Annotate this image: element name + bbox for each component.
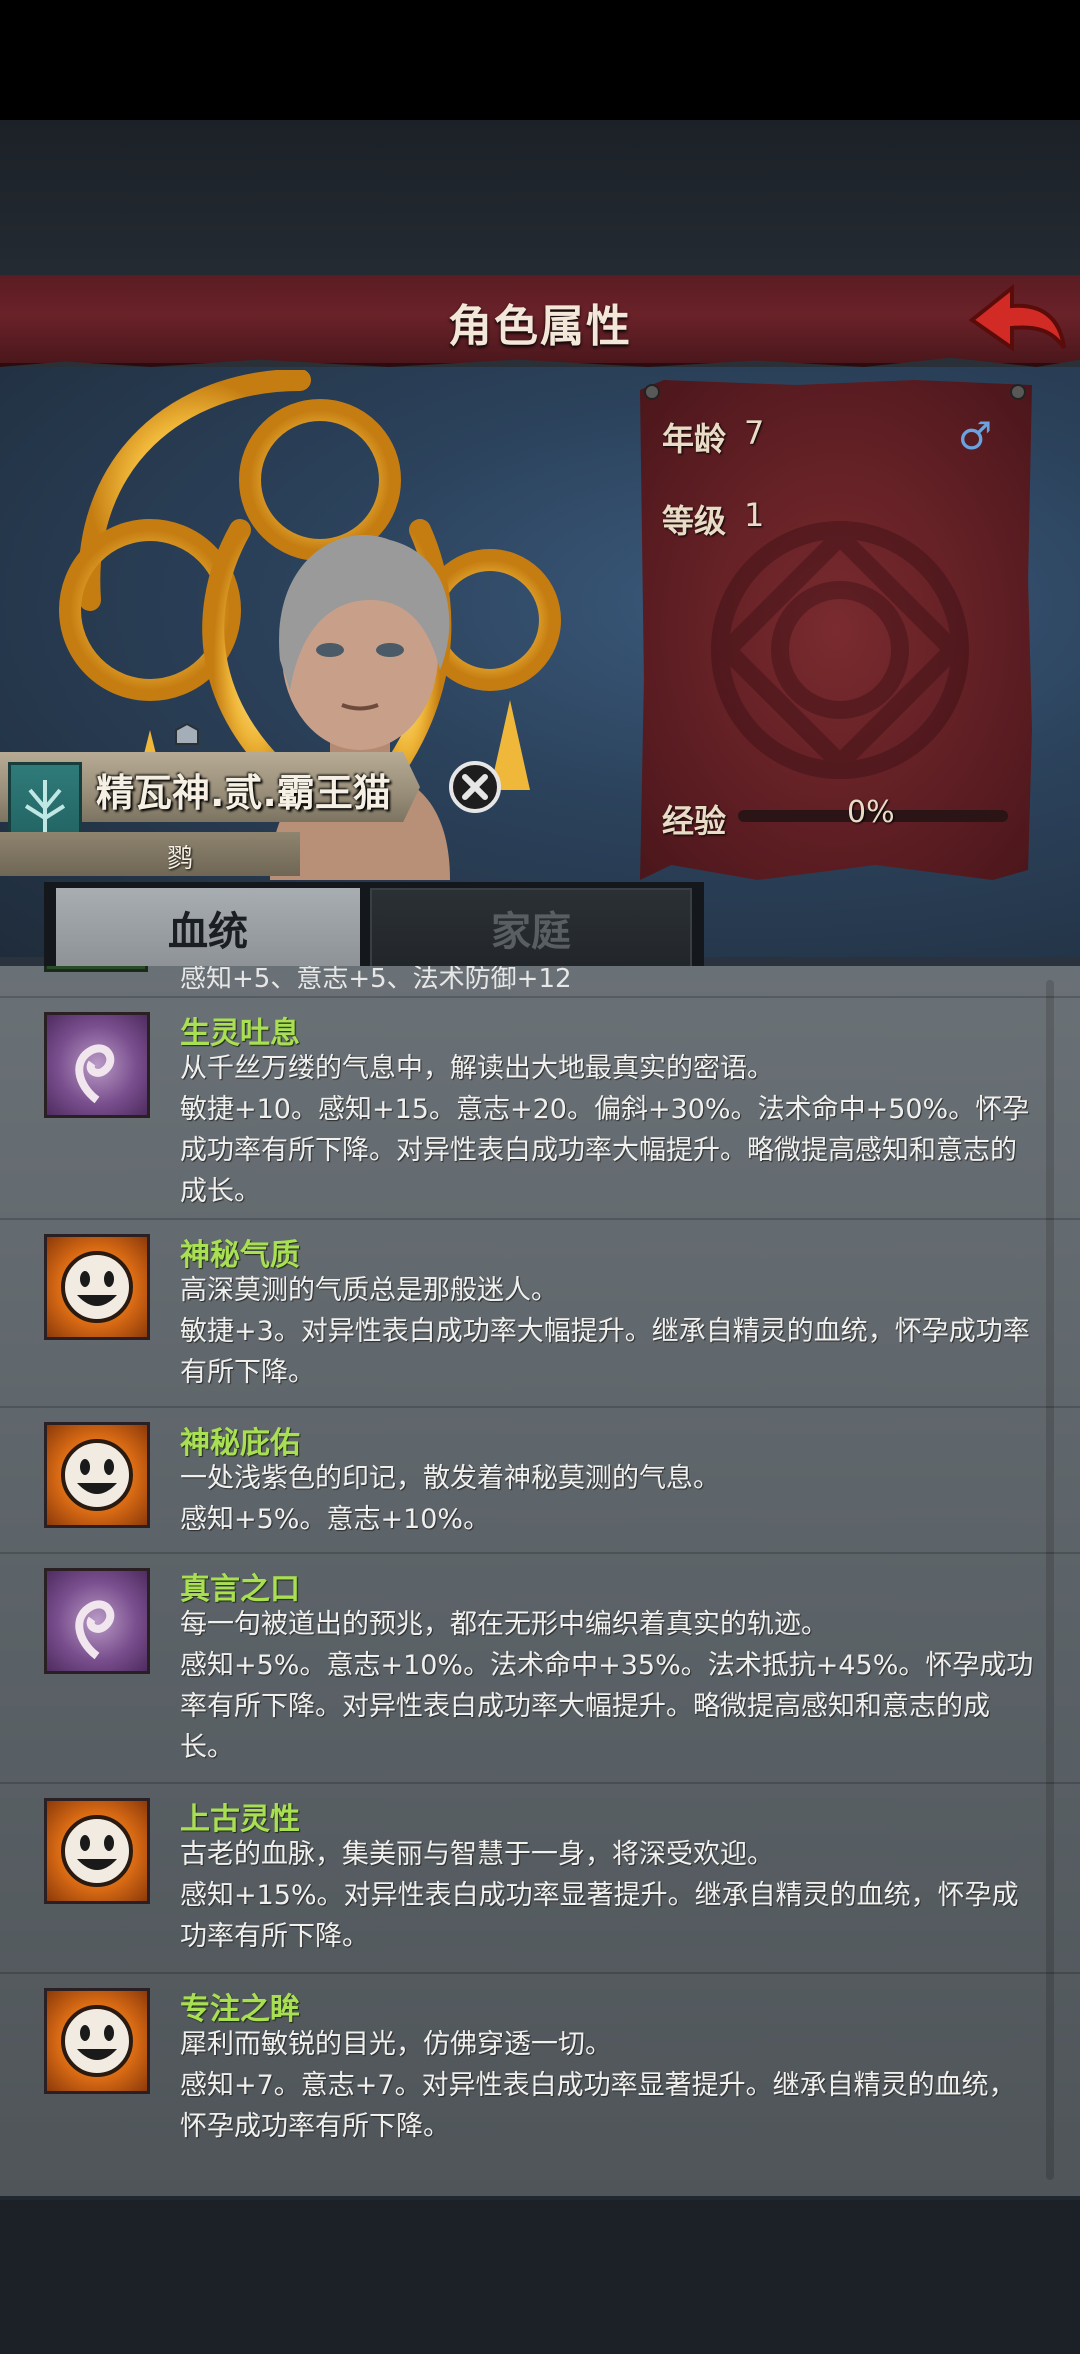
trait-row[interactable]: 专注之眸 犀利而敏锐的目光，仿佛穿透一切。 感知+7。意志+7。对异性表白成功率… (0, 1972, 1080, 2162)
trait-name: 专注之眸 (180, 1992, 300, 2027)
character-title: 鹨 (166, 844, 193, 874)
age-label: 年龄 (662, 420, 727, 458)
smile-icon (44, 1798, 150, 1904)
tree-emblem-icon (24, 780, 66, 836)
trait-effect: 感知+7。意志+7。对异性表白成功率显著提升。继承自精灵的血统，怀孕成功率有所下… (180, 2070, 1016, 2142)
trait-description: 古老的血脉，集美丽与智慧于一身，将深受欢迎。 (180, 1839, 774, 1870)
trait-name: 生灵吐息 (180, 1016, 300, 1051)
back-arrow-icon[interactable] (968, 282, 1068, 360)
trait-row[interactable]: 生灵吐息 从千丝万缕的气息中，解读出大地最真实的密语。 敏捷+10。感知+15。… (0, 996, 1080, 1218)
smile-icon (44, 1988, 150, 2094)
trait-name: 真言之口 (180, 1572, 300, 1607)
trait-row[interactable]: 神秘庇佑 一处浅紫色的印记，散发着神秘莫测的气息。 感知+5%。意志+10%。 (0, 1406, 1080, 1552)
spiral-icon (44, 1012, 150, 1118)
trait-description: 每一句被道出的预兆，都在无形中编织着真实的轨迹。 (180, 1609, 828, 1640)
character-name[interactable]: 精瓦神.贰.霸王猫 (96, 762, 391, 817)
close-icon[interactable] (448, 760, 502, 814)
trait-list[interactable]: 感知+5、意志+5、法术防御+12 生灵吐息 从千丝万缕的气息中，解读出大地最真… (0, 966, 1080, 2196)
male-gender-icon: ♂ (958, 414, 993, 458)
page-title: 角色属性 (448, 301, 632, 352)
spiral-icon (44, 1568, 150, 1674)
trait-description: 犀利而敏锐的目光，仿佛穿透一切。 (180, 2029, 612, 2060)
trait-description: 从千丝万缕的气息中，解读出大地最真实的密语。 (180, 1053, 774, 1084)
smile-icon (44, 1234, 150, 1340)
rivet-icon (644, 384, 660, 400)
level-value: 1 (744, 496, 765, 534)
trait-name: 神秘庇佑 (180, 1426, 300, 1461)
trait-row[interactable]: 真言之口 每一句被道出的预兆，都在无形中编织着真实的轨迹。 感知+5%。意志+1… (0, 1552, 1080, 1782)
trait-effect: 感知+15%。对异性表白成功率显著提升。继承自精灵的血统，怀孕成功率有所下降。 (180, 1880, 1019, 1952)
list-scrollbar[interactable] (1046, 980, 1054, 2180)
rivet-icon (1010, 384, 1026, 400)
level-label: 等级 (662, 502, 727, 540)
exp-label: 经验 (662, 802, 727, 840)
trait-name: 上古灵性 (180, 1802, 300, 1837)
trait-description: 一处浅紫色的印记，散发着神秘莫测的气息。 (180, 1463, 720, 1494)
age-value: 7 (744, 414, 765, 452)
exp-percent: 0% (847, 795, 895, 830)
trait-effect: 感知+5、意志+5、法术防御+12 (180, 966, 572, 994)
trait-effect: 感知+5%。意志+10%。法术命中+35%。法术抵抗+45%。怀孕成功率有所下降… (180, 1650, 1034, 1763)
tab-bloodline[interactable]: 血统 (56, 888, 360, 968)
trait-icon (44, 966, 148, 972)
character-portrait (270, 535, 450, 880)
trait-effect: 感知+5%。意志+10%。 (180, 1504, 491, 1535)
trait-name: 神秘气质 (180, 1238, 300, 1273)
navigation-bar (0, 2200, 1080, 2354)
rank-badge-icon (175, 722, 199, 745)
celtic-knot-icon (711, 521, 969, 779)
trait-row[interactable]: 上古灵性 古老的血脉，集美丽与智慧于一身，将深受欢迎。 感知+15%。对异性表白… (0, 1782, 1080, 1972)
trait-row[interactable]: 神秘气质 高深莫测的气质总是那般迷人。 敏捷+3。对异性表白成功率大幅提升。继承… (0, 1218, 1080, 1406)
tab-family[interactable]: 家庭 (370, 888, 692, 968)
smile-icon (44, 1422, 150, 1528)
status-bar (0, 0, 1080, 120)
trait-effect: 敏捷+10。感知+15。意志+20。偏斜+30%。法术命中+50%。怀孕成功率有… (180, 1094, 1030, 1207)
trait-description: 高深莫测的气质总是那般迷人。 (180, 1275, 558, 1306)
trait-effect: 敏捷+3。对异性表白成功率大幅提升。继承自精灵的血统，怀孕成功率有所下降。 (180, 1316, 1030, 1388)
